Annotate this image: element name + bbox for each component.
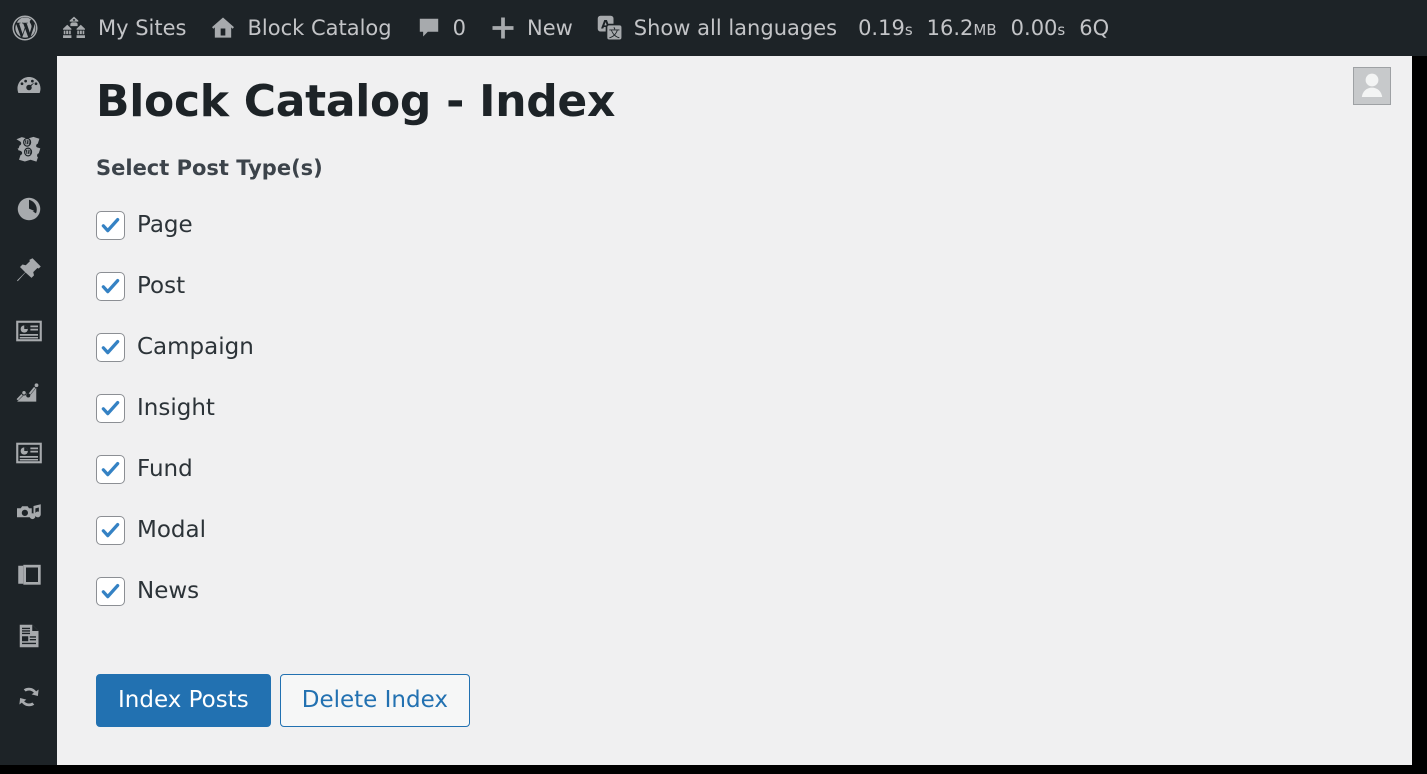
document-lines-icon	[14, 621, 44, 651]
query-count-metric: 6Q	[1079, 16, 1110, 40]
sidebar-item-documents[interactable]	[0, 605, 57, 666]
dashboard-gauge-icon	[14, 72, 44, 102]
page-title: Block Catalog - Index	[96, 76, 616, 127]
db-time-metric: 0.00s	[1010, 16, 1066, 40]
site-name-menu[interactable]: Block Catalog	[197, 0, 402, 56]
checkbox-campaign[interactable]	[96, 333, 125, 362]
avatar[interactable]	[1353, 67, 1391, 105]
sidebar-item-pages-preview[interactable]	[0, 422, 57, 483]
checkbox-fund[interactable]	[96, 455, 125, 484]
layout-preview-icon	[14, 438, 44, 468]
checkmark-icon	[101, 278, 120, 294]
post-type-row-insight[interactable]: Insight	[96, 391, 596, 426]
translation-icon: A 文	[595, 13, 625, 43]
post-type-row-campaign[interactable]: Campaign	[96, 330, 596, 365]
post-type-row-fund[interactable]: Fund	[96, 452, 596, 487]
admin-bar: My Sites Block Catalog 0 New A 文 Show al…	[0, 0, 1427, 56]
post-type-label-insight: Insight	[137, 395, 215, 421]
performance-metrics[interactable]: 0.19s 16.2MB 0.00s 6Q	[848, 16, 1119, 40]
performance-pie-icon	[14, 194, 44, 224]
sidebar-item-performance[interactable]	[0, 178, 57, 239]
checkmark-icon	[101, 339, 120, 355]
delete-index-button[interactable]: Delete Index	[279, 674, 470, 727]
checkmark-icon	[101, 217, 120, 233]
my-sites-label: My Sites	[98, 15, 187, 40]
post-type-label-modal: Modal	[137, 517, 206, 543]
site-name-label: Block Catalog	[247, 15, 392, 40]
plus-icon	[488, 13, 518, 43]
avatar-placeholder-icon	[1355, 70, 1389, 104]
my-sites-menu[interactable]: My Sites	[48, 0, 197, 56]
post-type-label-fund: Fund	[137, 456, 193, 482]
admin-sidebar-menu	[0, 56, 57, 765]
select-post-types-label: Select Post Type(s)	[96, 156, 323, 180]
media-camera-music-icon	[14, 499, 44, 529]
new-content-menu[interactable]: New	[477, 0, 584, 56]
checkmark-icon	[101, 522, 120, 538]
sidebar-item-updates[interactable]	[0, 666, 57, 727]
pin-icon	[14, 255, 44, 285]
index-posts-button[interactable]: Index Posts	[96, 674, 271, 727]
sidebar-item-posts[interactable]	[0, 239, 57, 300]
checkmark-icon	[101, 461, 120, 477]
checkbox-page[interactable]	[96, 211, 125, 240]
sidebar-item-layout[interactable]	[0, 300, 57, 361]
wordpress-admin-screen: My Sites Block Catalog 0 New A 文 Show al…	[0, 0, 1427, 774]
action-button-row: Index Posts Delete Index	[96, 674, 470, 727]
bottom-frame-edge	[0, 765, 1427, 774]
sidebar-item-coupons[interactable]	[0, 117, 57, 178]
new-content-label: New	[526, 15, 573, 40]
post-type-row-modal[interactable]: Modal	[96, 513, 596, 548]
post-type-label-post: Post	[137, 273, 186, 299]
post-type-label-page: Page	[137, 212, 193, 238]
post-type-row-page[interactable]: Page	[96, 208, 596, 243]
post-type-row-post[interactable]: Post	[96, 269, 596, 304]
post-type-label-campaign: Campaign	[137, 334, 254, 360]
memory-metric: 16.2MB	[926, 16, 997, 40]
sidebar-item-dashboard[interactable]	[0, 56, 57, 117]
comments-menu[interactable]: 0	[403, 0, 477, 56]
checkbox-post[interactable]	[96, 272, 125, 301]
checkbox-news[interactable]	[96, 577, 125, 606]
post-type-row-news[interactable]: News	[96, 574, 596, 609]
coupons-tickets-icon	[13, 132, 45, 164]
languages-menu[interactable]: A 文 Show all languages	[584, 0, 848, 56]
admin-content-area: Block Catalog - Index Select Post Type(s…	[57, 56, 1412, 765]
analytics-chart-icon	[14, 377, 44, 407]
post-type-checkbox-list: Page Post Campaign Insight Fund Modal Ne…	[96, 208, 596, 635]
checkmark-icon	[101, 583, 120, 599]
my-sites-icon	[59, 13, 89, 43]
languages-label: Show all languages	[633, 15, 838, 40]
sidebar-item-pages[interactable]	[0, 544, 57, 605]
pages-stack-icon	[14, 560, 44, 590]
sidebar-item-analytics[interactable]	[0, 361, 57, 422]
comments-count: 0	[452, 15, 466, 40]
sidebar-item-media[interactable]	[0, 483, 57, 544]
checkbox-modal[interactable]	[96, 516, 125, 545]
post-type-label-news: News	[137, 578, 200, 604]
wordpress-logo-button[interactable]	[0, 0, 48, 56]
home-icon	[208, 13, 238, 43]
sync-update-icon	[14, 682, 44, 712]
svg-text:文: 文	[609, 26, 620, 40]
checkmark-icon	[101, 400, 120, 416]
checkbox-insight[interactable]	[96, 394, 125, 423]
load-time-metric: 0.19s	[858, 16, 913, 40]
right-frame-edge	[1412, 56, 1427, 765]
comment-bubble-icon	[414, 13, 444, 43]
layout-preview-icon	[14, 316, 44, 346]
wordpress-logo-icon	[10, 13, 40, 43]
